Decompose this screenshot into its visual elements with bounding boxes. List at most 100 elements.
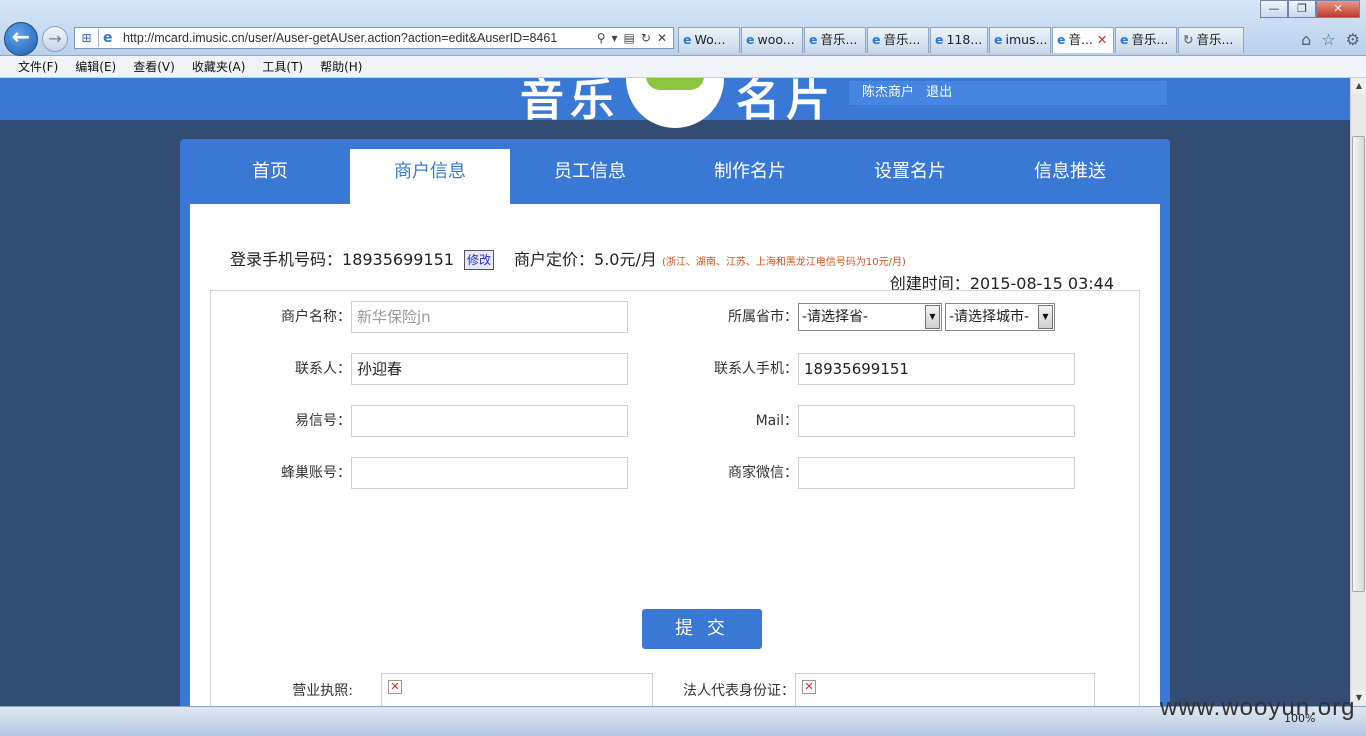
forward-button[interactable]: →	[42, 26, 68, 52]
watermark: www.wooyun.org	[1160, 694, 1356, 721]
yixin-label: 易信号：	[295, 413, 351, 429]
ie-tab-icon: e	[872, 32, 881, 47]
browser-tab[interactable]: ↻ 音乐...	[1178, 27, 1244, 53]
logo-bell-icon	[626, 78, 724, 128]
browser-tab[interactable]: e 音乐...	[867, 27, 929, 53]
tab-home[interactable]: 首页	[190, 149, 350, 204]
ie-tab-icon: e	[1120, 32, 1129, 47]
menu-edit[interactable]: 编辑(E)	[75, 58, 116, 75]
logo-text-left: 音乐	[520, 78, 620, 126]
login-phone-label: 登录手机号码：	[230, 250, 343, 269]
ie-tab-icon: e	[683, 32, 692, 47]
ie-tab-icon: e	[994, 32, 1003, 47]
login-phone: 18935699151	[342, 250, 454, 269]
main-panel: 首页 商户信息 员工信息 制作名片 设置名片 信息推送 登录手机号码：18935…	[180, 139, 1170, 706]
vertical-scrollbar[interactable]: ▲ ▼	[1350, 78, 1366, 706]
license-image[interactable]: ✕	[381, 673, 653, 706]
main-nav: 首页 商户信息 员工信息 制作名片 设置名片 信息推送	[190, 149, 1160, 204]
tab-staff-info[interactable]: 员工信息	[510, 149, 670, 204]
ie-tab-icon: e	[1057, 32, 1066, 47]
logout-link[interactable]: 退出	[926, 85, 952, 100]
address-bar[interactable]: ⊞ e http://mcard.imusic.cn/user/Auser-ge…	[74, 27, 674, 49]
license-label: 营业执照:	[292, 683, 353, 699]
mail-input[interactable]	[798, 405, 1075, 437]
contact-label: 联系人：	[295, 361, 351, 377]
menu-tools[interactable]: 工具(T)	[262, 58, 303, 75]
legal-id-label: 法人代表身份证：	[683, 683, 795, 699]
window-controls: — ❐ ✕	[1260, 0, 1360, 18]
site-header: 音乐 名片 陈杰商户 退出	[0, 78, 1350, 128]
user-box: 陈杰商户 退出	[849, 81, 1167, 105]
maximize-button[interactable]: ❐	[1288, 0, 1316, 18]
tab-push-info[interactable]: 信息推送	[990, 149, 1150, 204]
browser-tab[interactable]: e imus...	[989, 27, 1051, 53]
menu-view[interactable]: 查看(V)	[133, 58, 175, 75]
compat-view-icon[interactable]: ⊞	[75, 29, 99, 47]
menu-help[interactable]: 帮助(H)	[320, 58, 362, 75]
compat-icon[interactable]: ▤	[624, 31, 635, 45]
scroll-thumb[interactable]	[1352, 136, 1365, 592]
menu-file[interactable]: 文件(F)	[18, 58, 58, 75]
ie-page-icon: e	[103, 30, 113, 46]
province-select[interactable]: -请选择省- ▼	[798, 303, 942, 331]
web-page: 音乐 名片 陈杰商户 退出 首页 商户信息 员工信息 制作名片 设置名片 信息推…	[0, 78, 1350, 706]
chevron-down-icon: ▼	[1038, 305, 1053, 329]
home-icon[interactable]: ⌂	[1301, 30, 1311, 49]
price-note: (浙江、湖南、江苏、上海和黑龙江电信号码为10元/月)	[661, 257, 906, 268]
logo-text-right: 名片	[736, 78, 836, 126]
price-value: 5.0元/月	[594, 250, 657, 269]
favorites-star-icon[interactable]: ☆	[1321, 30, 1335, 49]
browser-tab[interactable]: e 118...	[930, 27, 988, 53]
url-text[interactable]: http://mcard.imusic.cn/user/Auser-getAUs…	[123, 31, 591, 45]
loading-icon: ↻	[1183, 32, 1194, 47]
submit-button[interactable]: 提 交	[642, 609, 762, 649]
broken-image-icon: ✕	[388, 680, 402, 694]
wechat-label: 商家微信：	[728, 465, 798, 481]
browser-tab-active[interactable]: e 音... ✕	[1052, 27, 1114, 53]
contact-phone-input[interactable]: 18935699151	[798, 353, 1075, 385]
tab-card-settings[interactable]: 设置名片	[830, 149, 990, 204]
browser-tab[interactable]: e woo...	[741, 27, 803, 53]
user-name: 陈杰商户	[862, 85, 915, 100]
merchant-form: 商户名称： 新华保险jn 所属省市： -请选择省- ▼ -请选择城市- ▼ 联系…	[210, 290, 1140, 706]
price-label: 商户定价：	[514, 250, 595, 269]
broken-image-icon: ✕	[802, 680, 816, 694]
edit-phone-button[interactable]: 修改	[464, 250, 495, 270]
mail-label: Mail：	[755, 413, 798, 429]
tab-merchant-info[interactable]: 商户信息	[350, 149, 510, 204]
contact-input[interactable]: 孙迎春	[351, 353, 628, 385]
city-select[interactable]: -请选择城市- ▼	[945, 303, 1055, 331]
wechat-input[interactable]	[798, 457, 1075, 489]
legal-id-image[interactable]: ✕	[795, 673, 1095, 706]
browser-tab[interactable]: e Wo...	[678, 27, 740, 53]
yixin-input[interactable]	[351, 405, 628, 437]
ie-tab-icon: e	[935, 32, 944, 47]
account-info-line: 登录手机号码：18935699151 修改 商户定价：5.0元/月 (浙江、湖南、江…	[230, 246, 906, 270]
browser-tab[interactable]: e 音乐...	[804, 27, 866, 53]
ie-tab-icon: e	[746, 32, 755, 47]
menu-favorites[interactable]: 收藏夹(A)	[192, 58, 246, 75]
browser-tab[interactable]: e 音乐...	[1115, 27, 1177, 53]
browser-tabs: e Wo... e woo... e 音乐... e 音乐... e 118... e im…	[678, 27, 1244, 53]
close-tab-icon[interactable]: ✕	[1097, 32, 1107, 47]
region-label: 所属省市：	[728, 309, 798, 325]
close-window-button[interactable]: ✕	[1316, 0, 1360, 18]
contact-phone-label: 联系人手机：	[714, 361, 798, 377]
dropdown-icon[interactable]: ▾	[612, 31, 618, 45]
fengchao-label: 蜂巢账号：	[281, 465, 351, 481]
tab-make-card[interactable]: 制作名片	[670, 149, 830, 204]
merchant-name-input[interactable]: 新华保险jn	[351, 301, 628, 333]
ie-tab-icon: e	[809, 32, 818, 47]
search-icon[interactable]: ⚲	[597, 31, 606, 45]
refresh-icon[interactable]: ↻	[641, 31, 651, 45]
minimize-button[interactable]: —	[1260, 0, 1288, 18]
scroll-up-icon[interactable]: ▲	[1351, 78, 1366, 94]
menu-bar: 文件(F) 编辑(E) 查看(V) 收藏夹(A) 工具(T) 帮助(H)	[0, 56, 1366, 78]
back-button[interactable]: ←	[4, 22, 38, 56]
browser-titlebar: — ❐ ✕ ← → ⊞ e http://mcard.imusic.cn/use…	[0, 0, 1366, 56]
fengchao-input[interactable]	[351, 457, 628, 489]
content-area: 登录手机号码：18935699151 修改 商户定价：5.0元/月 (浙江、湖南、江…	[190, 204, 1160, 706]
stop-icon[interactable]: ✕	[657, 31, 667, 45]
merchant-name-label: 商户名称：	[281, 309, 351, 325]
gear-icon[interactable]: ⚙	[1346, 30, 1360, 49]
